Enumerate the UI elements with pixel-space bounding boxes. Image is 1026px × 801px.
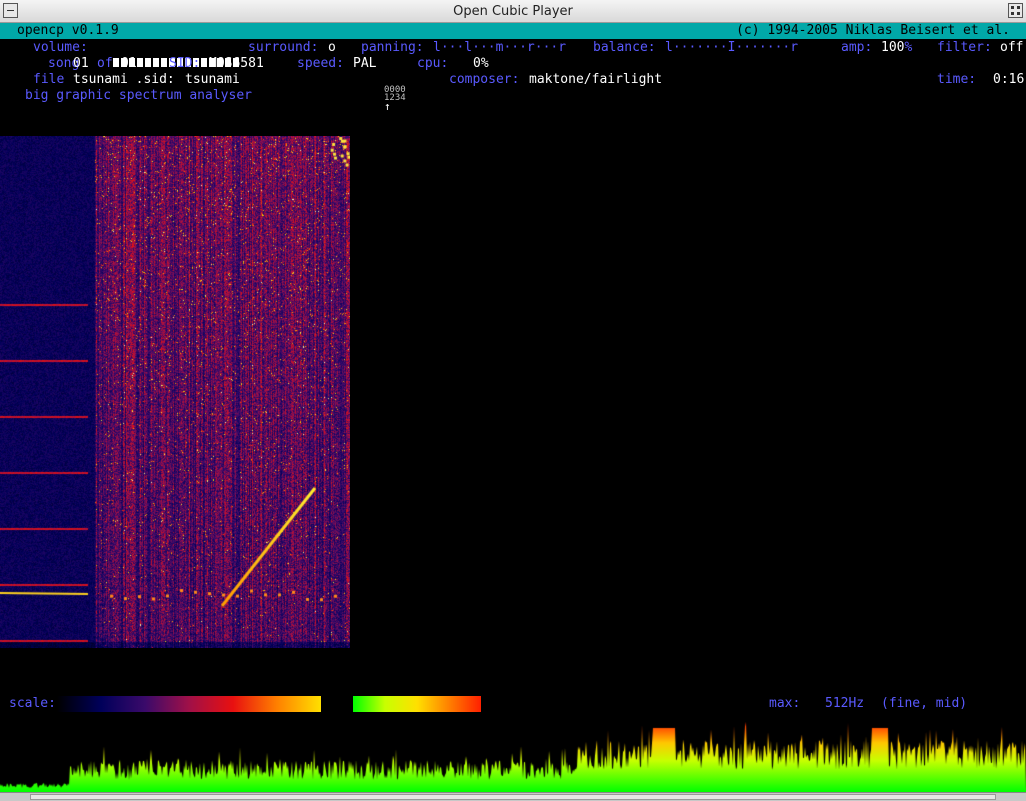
spectrogram-view [0, 136, 350, 648]
song-current: 01 [73, 56, 89, 71]
player-header: opencp v0.1.9 (c) 1994-2005 Niklas Beise… [0, 23, 1026, 39]
panning-label: panning: [361, 40, 424, 55]
amp-value[interactable]: 100% [881, 40, 912, 56]
sid-chip: MOS6581 [209, 56, 264, 71]
scale-gradient-analyser [353, 696, 481, 712]
window-titlebar: Open Cubic Player [0, 0, 1026, 23]
panning-slider[interactable]: l···l···m···r···r [433, 40, 566, 56]
cpu-value: 0% [473, 56, 489, 71]
cpu-label: cpu: [417, 56, 449, 71]
max-label: max: [769, 696, 801, 711]
channel-marker-icon: ↑ [384, 100, 391, 113]
song-of: of [97, 56, 113, 71]
balance-label: balance: [593, 40, 656, 55]
speed-label: speed: [297, 56, 344, 71]
max-mode: (fine, mid) [881, 696, 968, 711]
mode-title: big graphic spectrum analyser [25, 88, 252, 103]
composer-name: maktone/fairlight [529, 72, 663, 87]
speed-value: PAL [353, 56, 377, 71]
volume-label: volume: [33, 40, 88, 55]
max-frequency: 512Hz [825, 696, 865, 711]
copyright: (c) 1994-2005 Niklas Beisert et al. [736, 23, 1010, 38]
time-label: time: [937, 72, 977, 87]
surround-label: surround: [248, 40, 319, 55]
song-title: tsunami [185, 72, 240, 87]
scale-gradient-spectrogram [57, 696, 321, 712]
spectrum-analyser-bars [0, 722, 1026, 792]
amp-label: amp: [841, 40, 873, 55]
composer-label: composer: [449, 72, 520, 87]
filter-value[interactable]: off [1000, 40, 1023, 56]
horizontal-scrollbar[interactable] [0, 792, 1026, 801]
file-label: file [33, 72, 65, 87]
sid-label: SID: [169, 56, 201, 71]
song-total: 01 [121, 56, 137, 71]
filter-label: filter: [937, 40, 992, 55]
balance-slider[interactable]: l·······I·······r [665, 40, 798, 56]
amp-number: 100 [881, 40, 905, 55]
amp-unit: % [904, 40, 913, 55]
maximize-button[interactable] [1008, 3, 1023, 18]
scrollbar-thumb[interactable] [30, 794, 996, 800]
app-version: opencp v0.1.9 [17, 23, 119, 38]
surround-value[interactable]: o [328, 40, 336, 56]
channel-indicator[interactable]: 0000 1234 ↑ [384, 86, 406, 113]
scale-label: scale: [9, 696, 56, 711]
time-value: 0:16 [993, 72, 1025, 87]
window-title: Open Cubic Player [453, 4, 573, 19]
file-name: tsunami .sid: [73, 72, 175, 87]
